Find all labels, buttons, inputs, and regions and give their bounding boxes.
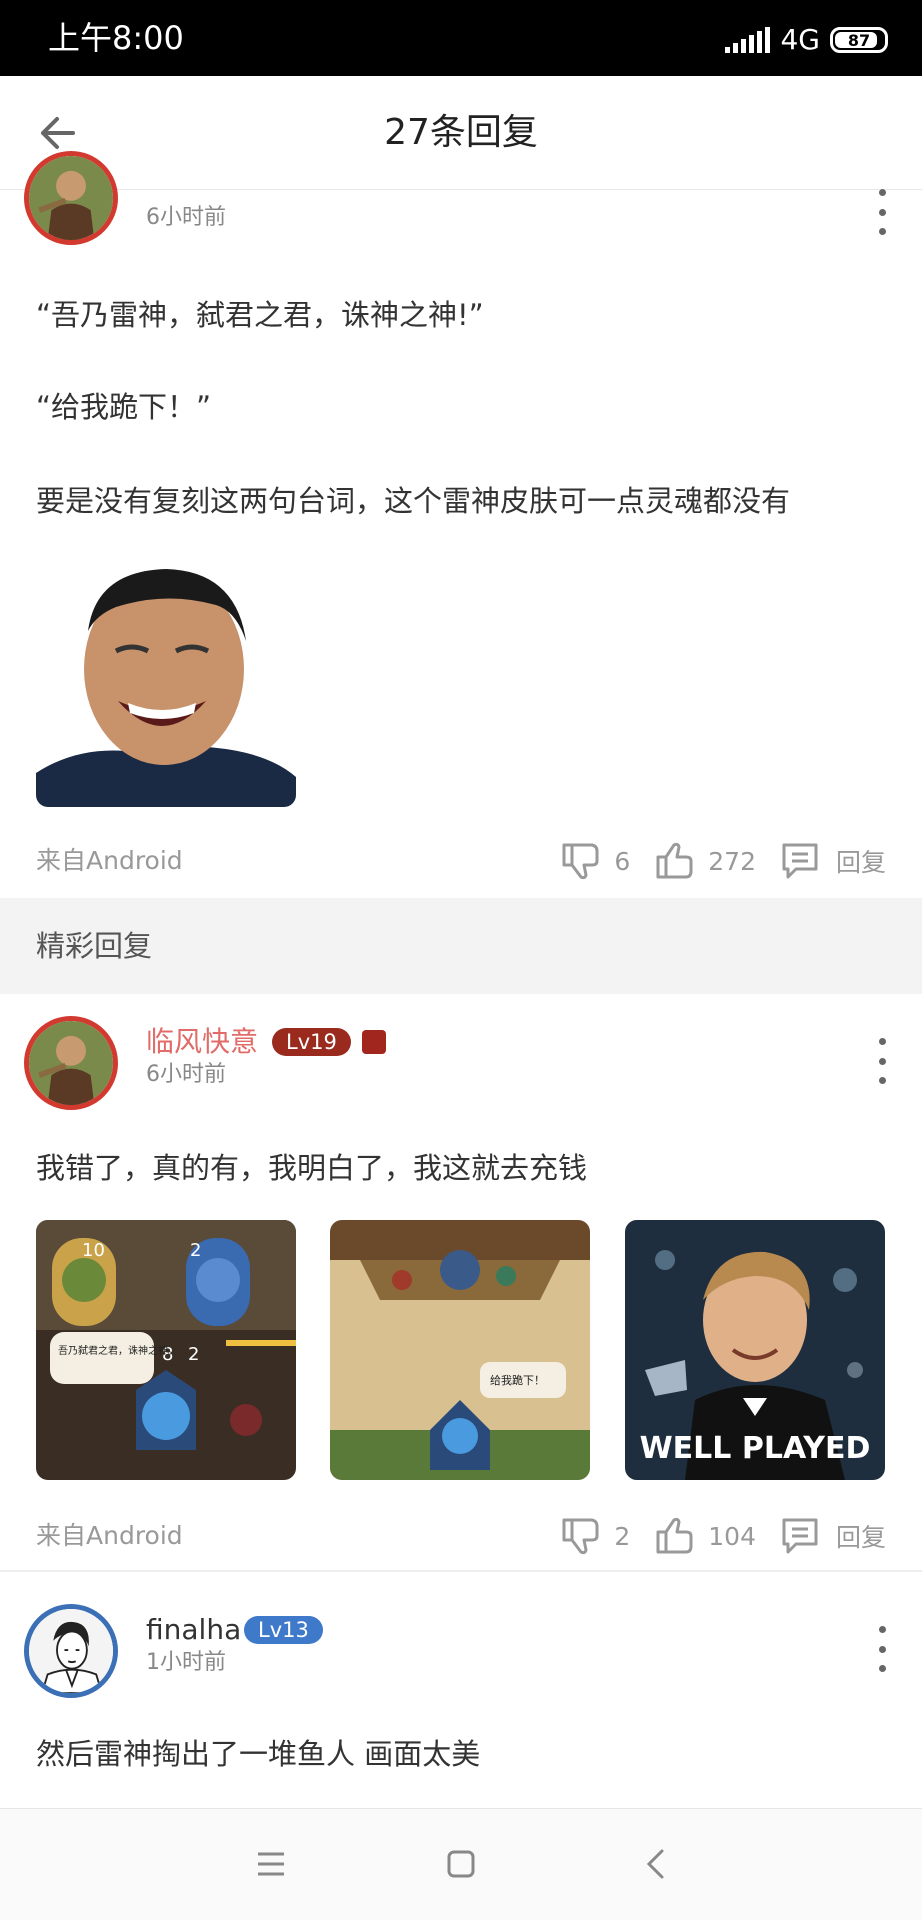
avatar-image xyxy=(29,1609,113,1693)
username[interactable]: 临风快意 xyxy=(146,1024,258,1060)
more-vertical-icon xyxy=(878,1626,886,1633)
home-square-icon xyxy=(447,1850,475,1878)
avatar-image xyxy=(29,156,113,240)
comment-actions: 6 272 回复 xyxy=(560,839,886,883)
like-button[interactable]: 272 xyxy=(654,841,756,881)
more-button[interactable] xyxy=(872,189,892,235)
page-title: 27条回复 xyxy=(384,112,538,153)
medal-icon xyxy=(362,1030,386,1054)
dislike-count: 2 xyxy=(614,1521,631,1551)
game-board-image: 给我跪下！ xyxy=(330,1220,590,1480)
navigation-bar xyxy=(0,1808,922,1920)
like-count: 272 xyxy=(708,846,756,876)
thumbs-down-icon xyxy=(562,843,599,880)
dislike-button[interactable]: 2 xyxy=(560,1516,630,1556)
more-vertical-icon xyxy=(878,1038,886,1045)
card-number: 10 xyxy=(82,1240,105,1261)
reply-button[interactable]: 回复 xyxy=(780,1516,886,1556)
level-badge: Lv13 xyxy=(244,1616,323,1644)
status-time: 上午8:00 xyxy=(48,19,184,57)
meme-caption: WELL PLAYED xyxy=(640,1431,871,1466)
header: 27条回复 xyxy=(0,76,922,190)
dislike-count: 6 xyxy=(614,846,631,876)
network-type: 4G xyxy=(780,23,820,56)
comment-source: 来自Android xyxy=(36,1521,183,1550)
speech-bubble-text: 给我跪下！ xyxy=(490,1373,545,1387)
game-screenshot-image: 10 2 8 2 吾乃弑君之君，诛神之神。 xyxy=(36,1220,296,1480)
comment-text: 然后雷神掏出了一堆鱼人 画面太美 xyxy=(36,1737,481,1771)
main-comment: 6小时前 “吾乃雷神，弑君之君，诛神之神!” “给我跪下！” 要是没有复刻这两句… xyxy=(0,151,922,897)
level-badge: Lv19 xyxy=(272,1028,351,1056)
well-played-meme-image: WELL PLAYED xyxy=(625,1220,885,1480)
dislike-button[interactable]: 6 xyxy=(560,841,630,881)
like-button[interactable]: 104 xyxy=(654,1516,756,1556)
comment-footer: 来自Android 6 272 回复 xyxy=(0,839,922,883)
comment-image[interactable]: 给我跪下！ xyxy=(330,1220,590,1480)
comment-actions: 2 104 回复 xyxy=(560,1514,886,1558)
more-vertical-icon xyxy=(878,189,886,196)
avatar[interactable] xyxy=(24,1016,118,1110)
thumbs-up-icon xyxy=(656,842,693,879)
card-number: 2 xyxy=(190,1240,201,1261)
username[interactable]: finalha xyxy=(146,1612,241,1648)
menu-button[interactable] xyxy=(246,1839,296,1889)
battery-level: 87 xyxy=(847,30,871,50)
section-header: 精彩回复 xyxy=(0,898,922,994)
thumbs-down-icon xyxy=(562,1518,599,1555)
avatar-image xyxy=(29,1021,113,1105)
comment-footer: 来自Android 2 104 回复 xyxy=(0,1514,922,1558)
signal-icon xyxy=(725,27,771,53)
avatar[interactable] xyxy=(24,1604,118,1698)
status-bar: 上午8:00 4G 87 xyxy=(0,0,922,76)
comment-time: 1小时前 xyxy=(146,1650,226,1675)
nav-back-button[interactable] xyxy=(630,1839,680,1889)
thumbs-up-icon xyxy=(656,1517,693,1554)
comment-source: 来自Android xyxy=(36,846,183,875)
menu-icon xyxy=(258,1852,284,1876)
comment-text-line: “吾乃雷神，弑君之君，诛神之神!” xyxy=(36,298,484,332)
home-button[interactable] xyxy=(436,1839,486,1889)
reply-item: finalha Lv13 1小时前 然后雷神掏出了一堆鱼人 画面太美 xyxy=(0,1572,922,1808)
comment-icon xyxy=(782,843,818,879)
comment-time: 6小时前 xyxy=(146,205,226,230)
comment-text-line: “给我跪下！” xyxy=(36,390,212,424)
comment-image[interactable]: WELL PLAYED xyxy=(625,1220,885,1480)
chevron-left-icon xyxy=(646,1849,664,1879)
comment-image[interactable]: 10 2 8 2 吾乃弑君之君，诛神之神。 xyxy=(36,1220,296,1480)
reply-label: 回复 xyxy=(835,848,886,877)
section-title: 精彩回复 xyxy=(36,929,153,963)
speech-bubble-text: 吾乃弑君之君，诛神之神。 xyxy=(58,1344,178,1357)
reply-button[interactable]: 回复 xyxy=(780,841,886,881)
battery-icon: 87 xyxy=(830,27,888,53)
comment-text: 我错了，真的有，我明白了，我这就去充钱 xyxy=(36,1151,588,1185)
more-button[interactable] xyxy=(872,1626,892,1672)
avatar[interactable] xyxy=(24,151,118,245)
like-count: 104 xyxy=(708,1521,756,1551)
status-icons: 4G 87 xyxy=(725,20,888,60)
reply-item: 临风快意 Lv19 6小时前 我错了，真的有，我明白了，我这就去充钱 10 2 … xyxy=(0,994,922,1570)
comment-icon xyxy=(782,1518,818,1554)
reply-label: 回复 xyxy=(835,1523,886,1552)
laughing-face-image xyxy=(36,551,296,807)
comment-time: 6小时前 xyxy=(146,1062,226,1087)
more-button[interactable] xyxy=(872,1038,892,1084)
comment-image[interactable] xyxy=(36,551,296,807)
card-number: 2 xyxy=(188,1344,199,1365)
comment-text-line: 要是没有复刻这两句台词，这个雷神皮肤可一点灵魂都没有 xyxy=(36,484,791,518)
